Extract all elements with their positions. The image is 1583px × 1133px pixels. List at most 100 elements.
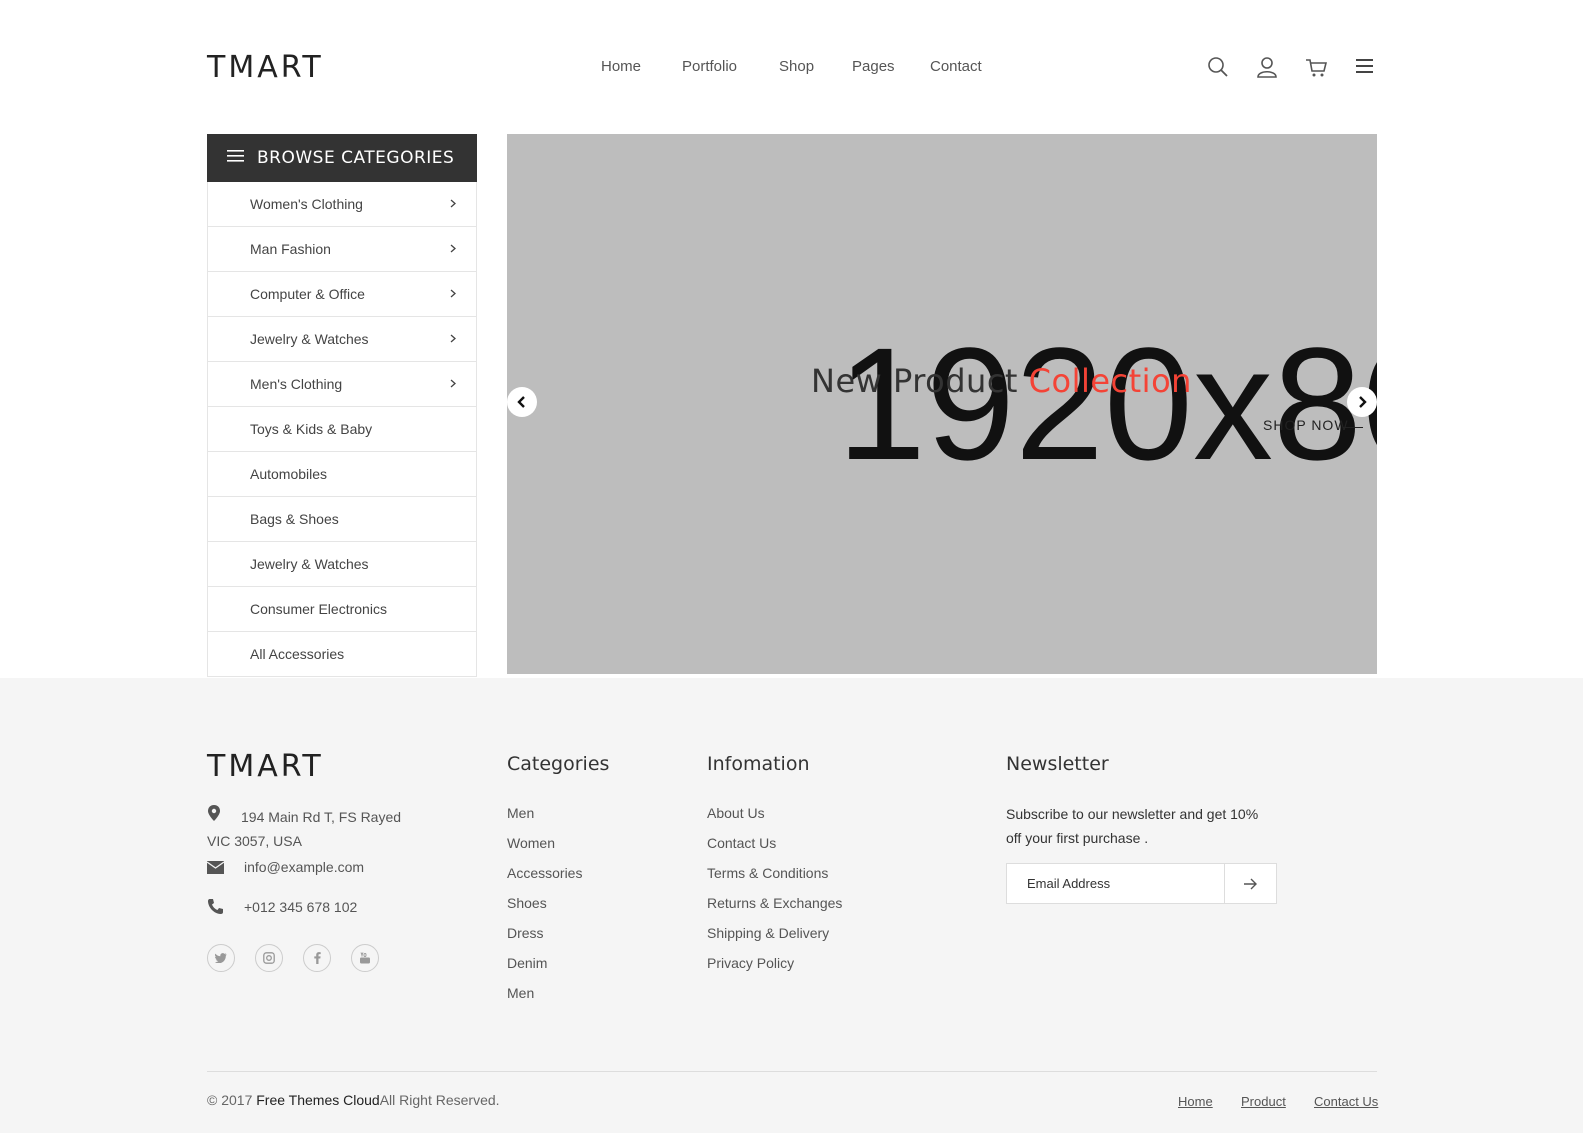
category-item[interactable]: Men's Clothing bbox=[208, 362, 476, 407]
footer-email: info@example.com bbox=[207, 859, 364, 875]
category-label: Women's Clothing bbox=[250, 196, 363, 212]
category-label: Computer & Office bbox=[250, 286, 365, 302]
footer-link[interactable]: Accessories bbox=[507, 863, 582, 893]
copyright-brand-link[interactable]: Free Themes Cloud bbox=[256, 1092, 379, 1108]
phone-icon bbox=[207, 898, 244, 915]
site-footer: TMART 194 Main Rd T, FS Rayed VIC 3057, … bbox=[0, 678, 1583, 1133]
youtube-icon[interactable] bbox=[351, 944, 379, 972]
user-icon[interactable] bbox=[1256, 56, 1280, 80]
chevron-right-icon bbox=[1359, 396, 1367, 408]
nav-shop[interactable]: Shop bbox=[779, 56, 814, 78]
footer-link[interactable]: Shoes bbox=[507, 893, 582, 923]
footer-divider bbox=[207, 1071, 1377, 1072]
newsletter-form bbox=[1006, 863, 1277, 904]
image-placeholder-text: 1920x80 bbox=[837, 314, 1377, 493]
footer-link-home[interactable]: Home bbox=[1178, 1094, 1213, 1109]
headline-accent: Collection bbox=[1028, 362, 1192, 400]
map-pin-icon bbox=[207, 804, 241, 829]
footer-link[interactable]: Men bbox=[507, 803, 582, 833]
nav-contact[interactable]: Contact bbox=[930, 56, 982, 78]
footer-address: 194 Main Rd T, FS Rayed VIC 3057, USA bbox=[207, 804, 422, 853]
newsletter-description: Subscribe to our newsletter and get 10% … bbox=[1006, 806, 1259, 846]
cart-icon[interactable] bbox=[1305, 56, 1329, 80]
footer-link[interactable]: Denim bbox=[507, 953, 582, 983]
category-label: All Accessories bbox=[250, 646, 345, 662]
twitter-icon[interactable] bbox=[207, 944, 235, 972]
footer-link[interactable]: Privacy Policy bbox=[707, 953, 842, 983]
footer-categories-title: Categories bbox=[507, 753, 610, 775]
category-item[interactable]: Consumer Electronics bbox=[208, 587, 476, 632]
category-item[interactable]: Man Fashion bbox=[208, 227, 476, 272]
social-links bbox=[207, 944, 379, 972]
arrow-right-icon bbox=[1243, 878, 1257, 889]
footer-information-list: About Us Contact Us Terms & Conditions Retu… bbox=[707, 803, 842, 983]
footer-logo[interactable]: TMART bbox=[207, 747, 324, 787]
footer-link-contact-us[interactable]: Contact Us bbox=[1314, 1094, 1378, 1109]
category-item[interactable]: Automobiles bbox=[208, 452, 476, 497]
facebook-icon[interactable] bbox=[303, 944, 331, 972]
footer-link[interactable]: Men bbox=[507, 983, 582, 1013]
category-item[interactable]: Computer & Office bbox=[208, 272, 476, 317]
category-label: Automobiles bbox=[250, 466, 328, 482]
prev-slide-button[interactable] bbox=[507, 387, 537, 417]
slide-headline: New Product Collection bbox=[811, 362, 1192, 400]
next-slide-button[interactable] bbox=[1347, 387, 1377, 417]
category-label: Men's Clothing bbox=[250, 376, 343, 392]
site-header: TMART Home Portfolio Shop Pages Contact bbox=[0, 0, 1583, 134]
category-list: Women's Clothing Man Fashion Computer & Of… bbox=[207, 182, 477, 677]
nav-home[interactable]: Home bbox=[601, 56, 641, 78]
copyright-suffix: All Right Reserved. bbox=[379, 1092, 500, 1108]
nav-portfolio[interactable]: Portfolio bbox=[682, 56, 737, 78]
chevron-right-icon bbox=[450, 242, 456, 256]
hero-slider: 1920x80 New Product Collection SHOP NOW bbox=[507, 134, 1377, 674]
newsletter-email-input[interactable] bbox=[1007, 864, 1224, 903]
category-item[interactable]: Bags & Shoes bbox=[208, 497, 476, 542]
footer-link[interactable]: Shipping & Delivery bbox=[707, 923, 842, 953]
category-label: Jewelry & Watches bbox=[250, 331, 369, 347]
phone-text[interactable]: +012 345 678 102 bbox=[244, 899, 357, 915]
footer-link[interactable]: Women bbox=[507, 833, 582, 863]
chevron-right-icon bbox=[450, 332, 456, 346]
category-item[interactable]: Jewelry & Watches bbox=[208, 317, 476, 362]
footer-link-product[interactable]: Product bbox=[1241, 1094, 1286, 1109]
category-label: Man Fashion bbox=[250, 241, 331, 257]
site-logo[interactable]: TMART bbox=[207, 48, 324, 88]
category-item[interactable]: Toys & Kids & Baby bbox=[208, 407, 476, 452]
footer-link[interactable]: Terms & Conditions bbox=[707, 863, 842, 893]
browse-categories-header[interactable]: BROWSE CATEGORIES bbox=[207, 134, 477, 182]
footer-link[interactable]: Contact Us bbox=[707, 833, 842, 863]
shop-now-link[interactable]: SHOP NOW bbox=[1263, 417, 1349, 433]
category-item[interactable]: All Accessories bbox=[208, 632, 476, 677]
email-text[interactable]: info@example.com bbox=[244, 859, 364, 875]
footer-link[interactable]: Dress bbox=[507, 923, 582, 953]
search-icon[interactable] bbox=[1207, 56, 1231, 80]
copyright-text: © 2017 Free Themes CloudAll Right Reserv… bbox=[207, 1092, 500, 1108]
hamburger-icon bbox=[227, 149, 245, 168]
category-label: Toys & Kids & Baby bbox=[250, 421, 373, 437]
mail-icon bbox=[207, 860, 244, 874]
footer-newsletter-title: Newsletter bbox=[1006, 753, 1109, 775]
sidebar-title: BROWSE CATEGORIES bbox=[257, 148, 455, 168]
chevron-right-icon bbox=[450, 377, 456, 391]
copyright-prefix: © 2017 bbox=[207, 1092, 253, 1108]
footer-information-title: Infomation bbox=[707, 753, 810, 775]
menu-icon[interactable] bbox=[1355, 56, 1379, 80]
category-sidebar: BROWSE CATEGORIES Women's Clothing Man Fa… bbox=[207, 134, 477, 679]
shop-now-underline bbox=[1343, 427, 1363, 428]
chevron-right-icon bbox=[450, 197, 456, 211]
category-item[interactable]: Women's Clothing bbox=[208, 182, 476, 227]
footer-link[interactable]: About Us bbox=[707, 803, 842, 833]
category-label: Bags & Shoes bbox=[250, 511, 339, 527]
category-label: Jewelry & Watches bbox=[250, 556, 369, 572]
footer-link[interactable]: Returns & Exchanges bbox=[707, 893, 842, 923]
chevron-right-icon bbox=[450, 287, 456, 301]
category-item[interactable]: Jewelry & Watches bbox=[208, 542, 476, 587]
category-label: Consumer Electronics bbox=[250, 601, 387, 617]
chevron-left-icon bbox=[517, 396, 525, 408]
footer-phone: +012 345 678 102 bbox=[207, 898, 357, 915]
nav-pages[interactable]: Pages bbox=[852, 56, 895, 78]
headline-main: New Product bbox=[811, 362, 1018, 400]
newsletter-submit-button[interactable] bbox=[1224, 864, 1276, 903]
instagram-icon[interactable] bbox=[255, 944, 283, 972]
footer-categories-list: Men Women Accessories Shoes Dress Denim Men bbox=[507, 803, 582, 1013]
